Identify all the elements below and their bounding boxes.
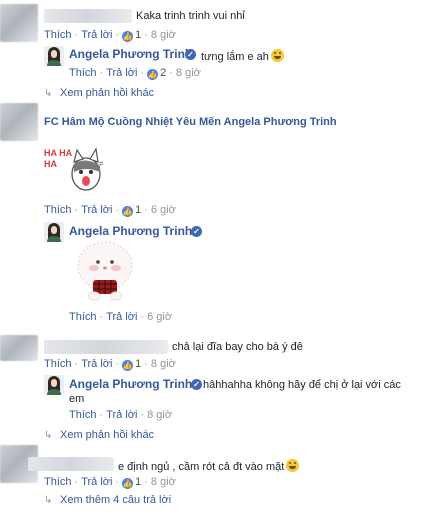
like-icon[interactable]: 👍 (147, 69, 159, 80)
like-icon[interactable]: 👍 (122, 31, 134, 42)
reply-arrow-icon: ↳ (44, 495, 53, 506)
comment-actions: Thích · Trả lời · 👍 1 · 8 giờ (44, 358, 176, 371)
reply-link[interactable]: Trả lời (106, 409, 137, 421)
commenter-avatar-blurred[interactable] (0, 4, 38, 42)
fluffy-creature-sticker[interactable] (74, 238, 136, 302)
svg-text:≠: ≠ (99, 159, 104, 168)
timestamp[interactable]: 8 giờ (151, 476, 176, 488)
commenter-avatar-blurred[interactable] (0, 103, 38, 141)
timestamp[interactable]: 6 giờ (151, 204, 176, 216)
more-replies-link[interactable]: ↳ Xem phản hồi khác (44, 87, 154, 99)
sticker-text: HA HA HA (44, 148, 72, 169)
angela-avatar[interactable] (44, 375, 64, 395)
like-count[interactable]: 1 (135, 204, 141, 216)
commenter-name-blurred[interactable] (44, 9, 132, 23)
reply-author[interactable]: Angela Phương Trinh (69, 224, 192, 238)
reply-text: tưng lắm e ah (201, 49, 284, 63)
angela-avatar[interactable] (44, 46, 64, 66)
timestamp[interactable]: 6 giờ (147, 311, 172, 323)
comment-actions: Thích · Trả lời · 👍 1 · 8 giờ (44, 476, 176, 489)
like-count[interactable]: 1 (135, 358, 141, 370)
tongue-emoji-icon (270, 49, 284, 62)
reply-link[interactable]: Trả lời (81, 358, 112, 370)
reply-link[interactable]: Trả lời (106, 67, 137, 79)
comment-actions: Thích · Trả lời · 👍 1 · 6 giờ (44, 204, 176, 217)
like-count[interactable]: 1 (135, 476, 141, 488)
angela-avatar[interactable] (44, 222, 64, 242)
like-link[interactable]: Thích (44, 476, 72, 488)
reply-arrow-icon: ↳ (44, 88, 53, 99)
like-icon[interactable]: 👍 (122, 360, 134, 371)
commenter-avatar-blurred[interactable] (0, 335, 38, 361)
comment-text: chả lại đĩa bay cho bà ý đê (172, 341, 303, 353)
comment-text: e định ngủ , cầm rót cả đt vào mặt (118, 459, 300, 473)
verified-badge-icon: ✓ (191, 379, 202, 390)
commenter-page-name[interactable]: FC Hâm Mộ Cuồng Nhiệt Yêu Mến Angela Phư… (44, 116, 337, 128)
timestamp[interactable]: 8 giờ (147, 409, 172, 421)
timestamp[interactable]: 8 giờ (151, 29, 176, 41)
reply-link[interactable]: Trả lời (81, 476, 112, 488)
like-count[interactable]: 2 (160, 67, 166, 79)
tongue-emoji-icon (286, 459, 300, 472)
like-link[interactable]: Thích (44, 358, 72, 370)
more-replies-link[interactable]: ↳ Xem phản hồi khác (44, 429, 154, 441)
like-count[interactable]: 1 (135, 29, 141, 41)
comment-text: Kaka trinh trinh vui nhỉ (136, 10, 245, 22)
like-link[interactable]: Thích (44, 29, 72, 41)
like-link[interactable]: Thích (69, 311, 97, 323)
more-replies-link[interactable]: ↳ Xem thêm 4 câu trả lời (44, 494, 171, 506)
reply-actions: Thích · Trả lời · 8 giờ (69, 409, 173, 421)
comment-actions: Thích · Trả lời · 👍 1 · 8 giờ (44, 29, 176, 42)
reply-text-line1: hâhhahha không hãy để chị ở lại với các (203, 379, 401, 391)
reply-author[interactable]: Angela Phương Trinh (69, 47, 192, 61)
reply-actions: Thích · Trả lời · 👍 2 · 8 giờ (69, 67, 201, 80)
reply-author[interactable]: Angela Phương Trinh (69, 377, 192, 391)
commenter-name-blurred[interactable] (44, 340, 168, 354)
like-icon[interactable]: 👍 (122, 478, 134, 489)
like-link[interactable]: Thích (69, 409, 97, 421)
commenter-name-blurred[interactable] (28, 457, 114, 471)
verified-badge-icon: ✓ (191, 226, 202, 237)
like-link[interactable]: Thích (69, 67, 97, 79)
reply-link[interactable]: Trả lời (106, 311, 137, 323)
timestamp[interactable]: 8 giờ (176, 67, 201, 79)
reply-arrow-icon: ↳ (44, 430, 53, 441)
like-icon[interactable]: 👍 (122, 206, 134, 217)
reply-actions: Thích · Trả lời · 6 giờ (69, 311, 173, 323)
reply-link[interactable]: Trả lời (81, 204, 112, 216)
timestamp[interactable]: 8 giờ (151, 358, 176, 370)
reply-text-line2: em (69, 393, 85, 405)
reply-link[interactable]: Trả lời (81, 29, 112, 41)
haha-cat-sticker[interactable]: ≠ HA HA HA (44, 144, 106, 196)
verified-badge-icon: ✓ (185, 49, 196, 60)
like-link[interactable]: Thích (44, 204, 72, 216)
